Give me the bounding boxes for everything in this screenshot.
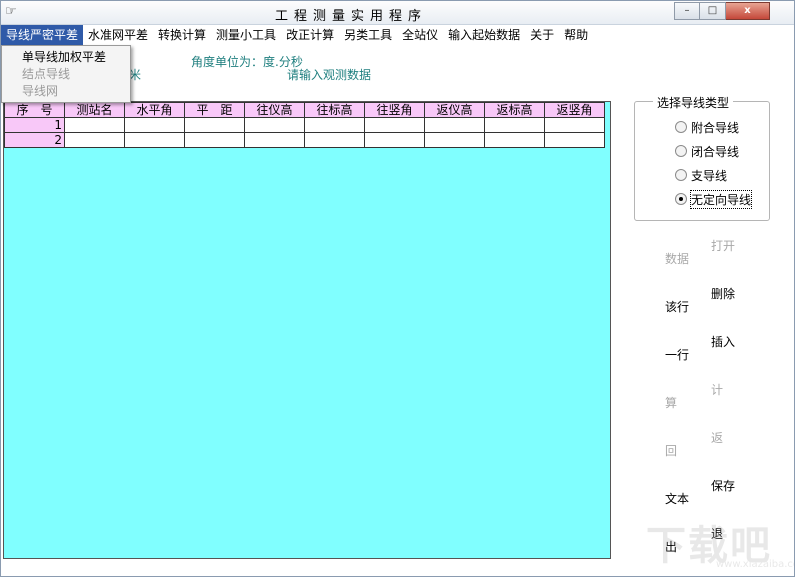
- table-cell[interactable]: [304, 117, 365, 133]
- dropdown-traverse-network: 导线网: [22, 84, 59, 98]
- traverse-type-title: 选择导线类型: [653, 94, 734, 111]
- table-cell[interactable]: [184, 132, 245, 148]
- col-header-back-instrument-height: 返仪高: [424, 102, 485, 118]
- save-text-button-bottom[interactable]: 文本: [665, 490, 689, 507]
- col-header-fwd-target-height: 往标高: [304, 102, 365, 118]
- dropdown-single-traverse[interactable]: 单导线加权平差: [2, 49, 130, 66]
- radio-label: 闭合导线: [691, 144, 740, 159]
- watermark-url: www.xiazaiba.com: [716, 559, 795, 570]
- radio-open-traverse[interactable]: 支导线: [675, 167, 727, 183]
- open-data-button-bottom[interactable]: 数据: [665, 250, 689, 267]
- menu-bar: 导线严密平差 水准网平差 转换计算 测量小工具 改正计算 另类工具 全站仪 输入…: [1, 25, 794, 45]
- window-controls: – □ x: [674, 2, 770, 20]
- table-cell[interactable]: [124, 117, 185, 133]
- col-header-distance: 平 距: [184, 102, 245, 118]
- radio-button-icon[interactable]: [675, 169, 687, 181]
- minimize-button[interactable]: –: [674, 2, 700, 20]
- col-header-fwd-vertical-angle: 往竖角: [364, 102, 425, 118]
- col-header-back-vertical-angle: 返竖角: [544, 102, 605, 118]
- radio-button-checked-icon[interactable]: [675, 193, 687, 205]
- table-row: 1: [4, 117, 605, 133]
- menu-conversion[interactable]: 转换计算: [153, 25, 211, 45]
- delete-row-button-bottom[interactable]: 该行: [665, 298, 689, 315]
- col-header-back-target-height: 返标高: [484, 102, 545, 118]
- radio-non-oriented-traverse[interactable]: 无定向导线: [675, 189, 753, 209]
- table-header-row: 序 号 测站名 水平角 平 距 往仪高 往标高 往竖角 返仪高 返标高 返竖角: [4, 102, 605, 118]
- save-text-button-top[interactable]: 保存: [711, 477, 735, 494]
- radio-button-icon[interactable]: [675, 145, 687, 157]
- insert-row-button-bottom[interactable]: 一行: [665, 346, 689, 363]
- radio-label: 支导线: [691, 168, 728, 183]
- menu-input-start-data[interactable]: 输入起始数据: [443, 25, 525, 45]
- table-cell[interactable]: [304, 132, 365, 148]
- window-title: 工程测量实用程序: [274, 9, 427, 24]
- return-button-bottom[interactable]: 回: [665, 442, 677, 459]
- insert-row-button-top[interactable]: 插入: [711, 333, 735, 350]
- menu-leveling-adjustment[interactable]: 水准网平差: [83, 25, 153, 45]
- table-cell[interactable]: [424, 132, 485, 148]
- table-row: 2: [4, 132, 605, 148]
- table-cell[interactable]: [544, 117, 605, 133]
- table-cell[interactable]: [64, 117, 125, 133]
- radio-button-icon[interactable]: [675, 121, 687, 133]
- radio-closed-traverse[interactable]: 闭合导线: [675, 143, 739, 159]
- maximize-button[interactable]: □: [700, 2, 726, 20]
- col-header-index: 序 号: [4, 102, 65, 118]
- col-header-station: 测站名: [64, 102, 125, 118]
- table-cell[interactable]: [124, 132, 185, 148]
- menu-total-station[interactable]: 全站仪: [397, 25, 443, 45]
- radio-connecting-traverse[interactable]: 附合导线: [675, 119, 739, 135]
- open-data-button-top[interactable]: 打开: [711, 237, 735, 254]
- table-cell[interactable]: [244, 117, 305, 133]
- radio-label: 无定向导线: [689, 189, 753, 209]
- calculate-button-bottom[interactable]: 算: [665, 394, 677, 411]
- delete-row-button-top[interactable]: 删除: [711, 285, 735, 302]
- table-cell[interactable]: [364, 132, 425, 148]
- traverse-dropdown-menu: 单导线加权平差 结点导线 导线网: [1, 45, 131, 103]
- row-number: 1: [4, 117, 65, 133]
- menu-other-tools[interactable]: 另类工具: [339, 25, 397, 45]
- watermark: 下载吧 www.xiazaiba.com: [646, 513, 795, 573]
- menu-traverse-adjustment[interactable]: 导线严密平差: [1, 25, 84, 45]
- table-cell[interactable]: [64, 132, 125, 148]
- table-cell[interactable]: [484, 132, 545, 148]
- table-cell[interactable]: [364, 117, 425, 133]
- menu-survey-tools[interactable]: 测量小工具: [211, 25, 281, 45]
- calculate-button-top[interactable]: 计: [711, 381, 723, 398]
- table-cell[interactable]: [424, 117, 485, 133]
- col-header-fwd-instrument-height: 往仪高: [244, 102, 305, 118]
- radio-label: 附合导线: [691, 120, 740, 135]
- close-button[interactable]: x: [726, 2, 770, 20]
- title-bar[interactable]: ☞ 工程测量实用程序 – □ x: [1, 1, 794, 25]
- col-header-horizontal-angle: 水平角: [124, 102, 185, 118]
- observation-table: 序 号 测站名 水平角 平 距 往仪高 往标高 往竖角 返仪高 返标高 返竖角 …: [4, 102, 605, 148]
- menu-help[interactable]: 帮助: [559, 25, 593, 45]
- app-window: ☞ 工程测量实用程序 – □ x 导线严密平差 水准网平差 转换计算 测量小工具…: [0, 0, 795, 577]
- dropdown-node-traverse: 结点导线: [22, 67, 71, 81]
- table-cell[interactable]: [184, 117, 245, 133]
- input-prompt-label: 请输入观测数据: [287, 68, 372, 82]
- menu-about[interactable]: 关于: [525, 25, 559, 45]
- table-cell[interactable]: [244, 132, 305, 148]
- traverse-type-group: 选择导线类型 附合导线 闭合导线 支导线 无定向导线: [634, 94, 770, 221]
- return-button-top[interactable]: 返: [711, 429, 723, 446]
- table-cell[interactable]: [484, 117, 545, 133]
- row-number: 2: [4, 132, 65, 148]
- data-grid-area[interactable]: 序 号 测站名 水平角 平 距 往仪高 往标高 往竖角 返仪高 返标高 返竖角 …: [3, 101, 611, 559]
- table-cell[interactable]: [544, 132, 605, 148]
- menu-correction[interactable]: 改正计算: [281, 25, 339, 45]
